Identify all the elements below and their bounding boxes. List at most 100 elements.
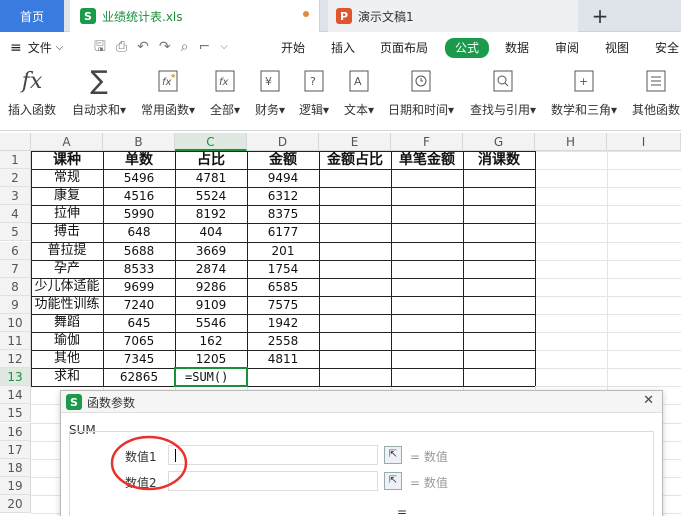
column-header-I[interactable]: I bbox=[607, 133, 681, 151]
lookup-reference-button[interactable]: 查找与引用▾ bbox=[470, 67, 536, 118]
table-cell[interactable]: 162 bbox=[175, 332, 247, 350]
new-tab-button[interactable]: + bbox=[588, 2, 612, 30]
row-header-17[interactable]: 17 bbox=[0, 440, 31, 459]
table-cell[interactable]: 645 bbox=[103, 314, 175, 332]
table-cell[interactable]: 拉伸 bbox=[31, 205, 103, 223]
table-header-cell[interactable]: 消课数 bbox=[463, 151, 535, 169]
menu-view[interactable]: 视图 bbox=[605, 39, 629, 57]
arg2-input[interactable] bbox=[168, 471, 378, 491]
table-cell[interactable]: 5496 bbox=[103, 169, 175, 187]
other-functions-button[interactable]: 其他函数 bbox=[632, 67, 680, 118]
table-cell[interactable]: 62865 bbox=[103, 368, 175, 386]
column-header-C[interactable]: C bbox=[175, 133, 247, 151]
table-cell[interactable]: 孕产 bbox=[31, 260, 103, 278]
menu-security[interactable]: 安全 bbox=[655, 39, 679, 57]
save-icon[interactable]: 🖫 bbox=[94, 38, 106, 56]
all-functions-button[interactable]: fx 全部▾ bbox=[210, 67, 240, 118]
table-cell[interactable]: 舞蹈 bbox=[31, 314, 103, 332]
table-header-cell[interactable]: 占比 bbox=[175, 151, 247, 169]
tab-home[interactable]: 首页 bbox=[0, 0, 64, 32]
row-header-20[interactable]: 20 bbox=[0, 494, 31, 513]
row-header-13[interactable]: 13 bbox=[0, 368, 31, 387]
row-header-14[interactable]: 14 bbox=[0, 386, 31, 405]
arg1-collapse-button[interactable]: ⇱ bbox=[384, 446, 402, 464]
tab-workbook[interactable]: S 业绩统计表.xls bbox=[70, 0, 320, 32]
table-cell[interactable]: 7065 bbox=[103, 332, 175, 350]
row-header-15[interactable]: 15 bbox=[0, 404, 31, 423]
table-cell[interactable]: 常规 bbox=[31, 169, 103, 187]
table-cell[interactable]: 2558 bbox=[247, 332, 319, 350]
row-header-8[interactable]: 8 bbox=[0, 277, 31, 296]
menu-start[interactable]: 开始 bbox=[281, 39, 305, 57]
menu-data[interactable]: 数据 bbox=[505, 39, 529, 57]
table-cell[interactable]: 6177 bbox=[247, 223, 319, 241]
function-arguments-dialog[interactable]: S 函数参数 ✕ SUM 数值1 ⇱ = 数值 数值2 ⇱ = 数值 = bbox=[60, 390, 663, 516]
table-cell[interactable]: 8533 bbox=[103, 260, 175, 278]
redo-icon[interactable]: ↷ bbox=[159, 38, 171, 56]
autosum-button[interactable]: ∑ 自动求和▾ bbox=[72, 66, 126, 118]
table-cell[interactable]: 9109 bbox=[175, 296, 247, 314]
arg2-collapse-button[interactable]: ⇱ bbox=[384, 472, 402, 490]
table-cell[interactable]: 少儿体适能 bbox=[31, 278, 103, 296]
table-cell[interactable]: 求和 bbox=[31, 368, 103, 386]
table-cell[interactable]: 404 bbox=[175, 223, 247, 241]
table-cell[interactable]: 6585 bbox=[247, 278, 319, 296]
table-cell[interactable]: 1942 bbox=[247, 314, 319, 332]
datetime-button[interactable]: 日期和时间▾ bbox=[388, 67, 454, 118]
column-header-A[interactable]: A bbox=[31, 133, 103, 151]
row-header-12[interactable]: 12 bbox=[0, 350, 31, 369]
table-cell[interactable]: 5990 bbox=[103, 205, 175, 223]
logical-button[interactable]: ? 逻辑▾ bbox=[299, 67, 329, 118]
table-cell[interactable]: 搏击 bbox=[31, 223, 103, 241]
row-header-16[interactable]: 16 bbox=[0, 422, 31, 441]
row-header-4[interactable]: 4 bbox=[0, 205, 31, 224]
math-trig-button[interactable]: + 数学和三角▾ bbox=[551, 67, 617, 118]
menu-review[interactable]: 审阅 bbox=[555, 39, 579, 57]
format-painter-icon[interactable]: ⌐ bbox=[198, 38, 210, 56]
row-header-10[interactable]: 10 bbox=[0, 313, 31, 332]
text-functions-button[interactable]: A 文本▾ bbox=[344, 67, 374, 118]
financial-button[interactable]: ¥ 财务▾ bbox=[255, 67, 285, 118]
insert-function-button[interactable]: fx 插入函数 bbox=[8, 67, 56, 118]
table-cell[interactable]: 普拉提 bbox=[31, 242, 103, 260]
menu-page-layout[interactable]: 页面布局 bbox=[380, 39, 428, 57]
table-cell[interactable]: 9286 bbox=[175, 278, 247, 296]
table-cell[interactable]: 6312 bbox=[247, 187, 319, 205]
table-cell[interactable]: 5546 bbox=[175, 314, 247, 332]
menu-formula[interactable]: 公式 bbox=[445, 38, 490, 58]
table-cell[interactable]: 康复 bbox=[31, 187, 103, 205]
dialog-titlebar[interactable]: S 函数参数 ✕ bbox=[61, 391, 662, 413]
undo-icon[interactable]: ↶ bbox=[137, 38, 149, 56]
table-header-cell[interactable]: 单数 bbox=[103, 151, 175, 169]
column-header-E[interactable]: E bbox=[319, 133, 391, 151]
table-cell[interactable]: 1205 bbox=[175, 350, 247, 368]
table-cell[interactable]: 7345 bbox=[103, 350, 175, 368]
table-cell[interactable]: 1754 bbox=[247, 260, 319, 278]
table-cell[interactable]: 3669 bbox=[175, 242, 247, 260]
table-cell[interactable]: 4781 bbox=[175, 169, 247, 187]
row-header-6[interactable]: 6 bbox=[0, 241, 31, 260]
table-cell[interactable]: 7240 bbox=[103, 296, 175, 314]
table-cell[interactable]: 2874 bbox=[175, 260, 247, 278]
select-all-corner[interactable] bbox=[0, 133, 31, 151]
row-header-1[interactable]: 1 bbox=[0, 151, 31, 170]
column-header-G[interactable]: G bbox=[463, 133, 535, 151]
table-cell[interactable]: 功能性训练 bbox=[31, 296, 103, 314]
table-cell[interactable]: 7575 bbox=[247, 296, 319, 314]
table-cell[interactable]: 4811 bbox=[247, 350, 319, 368]
row-header-7[interactable]: 7 bbox=[0, 259, 31, 278]
row-header-5[interactable]: 5 bbox=[0, 223, 31, 242]
dropdown-icon[interactable]: ⌵ bbox=[220, 38, 228, 56]
close-button[interactable]: ✕ bbox=[643, 393, 654, 408]
table-cell[interactable]: 瑜伽 bbox=[31, 332, 103, 350]
table-cell[interactable] bbox=[247, 368, 319, 386]
column-header-B[interactable]: B bbox=[103, 133, 175, 151]
table-cell[interactable]: 8192 bbox=[175, 205, 247, 223]
row-header-9[interactable]: 9 bbox=[0, 295, 31, 314]
file-menu[interactable]: ≡ 文件 ⌵ bbox=[10, 39, 63, 57]
table-header-cell[interactable]: 金额占比 bbox=[319, 151, 391, 169]
menu-insert[interactable]: 插入 bbox=[331, 39, 355, 57]
row-header-11[interactable]: 11 bbox=[0, 332, 31, 351]
row-header-18[interactable]: 18 bbox=[0, 458, 31, 477]
table-cell[interactable]: 9699 bbox=[103, 278, 175, 296]
